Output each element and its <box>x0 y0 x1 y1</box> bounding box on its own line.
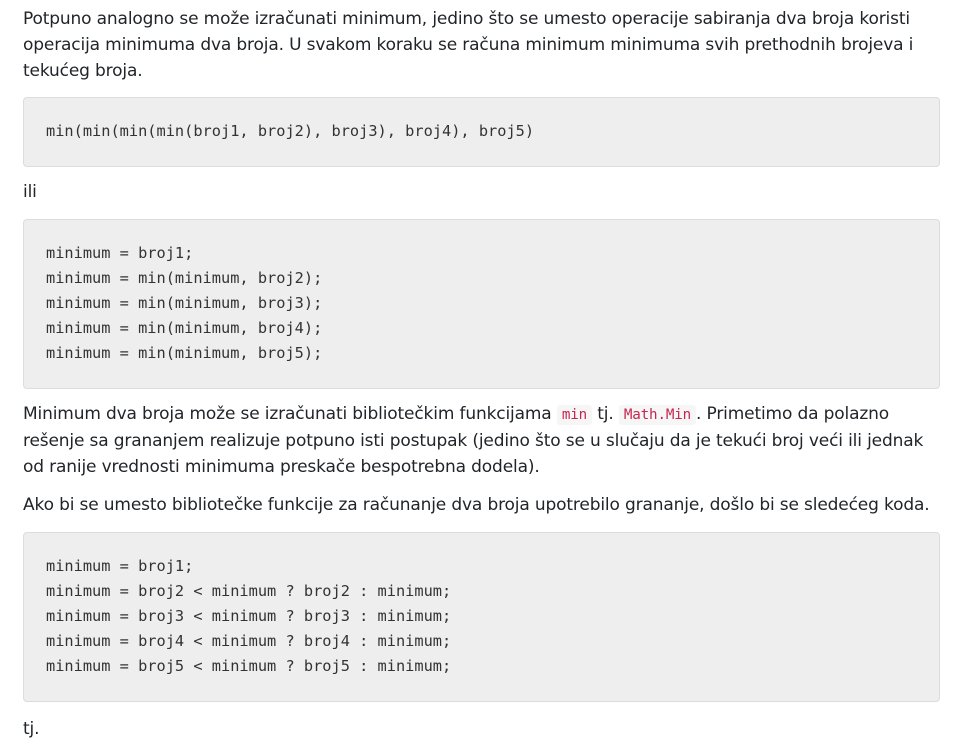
ili-paragraph: ili <box>23 182 37 202</box>
library-text-start: Minimum dva broja može se izračunati bib… <box>23 404 557 424</box>
tj-paragraph: tj. <box>23 719 40 739</box>
library-functions-paragraph: Minimum dva broja može se izračunati bib… <box>23 401 941 480</box>
code-block-sequential-min: minimum = broj1; minimum = min(minimum, … <box>23 219 940 389</box>
branching-paragraph: Ako bi se umesto bibliotečke funkcije za… <box>23 495 930 515</box>
code-block-ternary-min: minimum = broj1; minimum = broj2 < minim… <box>23 532 940 702</box>
code-block-nested-min: min(min(min(min(broj1, broj2), broj3), b… <box>23 97 940 167</box>
inline-code-min: min <box>556 405 593 425</box>
inline-code-math-min: Math.Min <box>618 405 697 425</box>
intro-paragraph: Potpuno analogno se može izračunati mini… <box>23 9 914 81</box>
library-text-mid: tj. <box>592 404 619 424</box>
